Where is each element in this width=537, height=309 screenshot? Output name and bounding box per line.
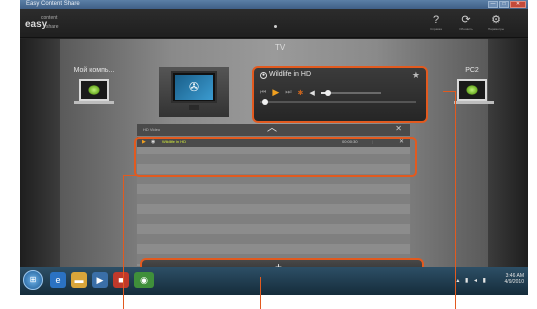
playlist-header-label: HD Video <box>143 127 161 132</box>
easy-share-taskbar-icon[interactable]: ◉ <box>134 272 154 288</box>
callout-line-add-bar <box>260 277 261 309</box>
tv-label: TV <box>275 43 286 52</box>
app-header: content easy share ? Справка ⟳ Обновить … <box>20 9 528 38</box>
media-player-card: ● Wildlife in HD ★ ⏮ ▶ ⏭ ✱ ◀ <box>252 66 428 123</box>
window-title-bar: Easy Content Share — □ ✕ <box>20 0 528 9</box>
callout-line-player <box>455 91 456 309</box>
settings-button[interactable]: ⚙ Параметры <box>484 14 508 36</box>
callout-line-player-h <box>443 91 456 92</box>
app-icon[interactable]: ■ <box>113 272 129 288</box>
settings-label: Параметры <box>488 27 504 31</box>
window-title: Easy Content Share <box>26 1 80 7</box>
device-tv[interactable]: ✇ <box>159 67 229 117</box>
film-reel-icon: ✇ <box>175 75 213 100</box>
page-indicator-dot <box>274 25 277 28</box>
device-pc2[interactable]: PC2 <box>454 67 494 104</box>
close-icon[interactable]: ✕ <box>395 124 402 133</box>
seek-bar[interactable] <box>260 99 416 105</box>
maximize-button[interactable]: □ <box>499 1 509 8</box>
playback-controls: ⏮ ▶ ⏭ ✱ ◀ <box>260 87 381 98</box>
windows-taskbar: ⊞ e ▬ ▶ ■ ◉ ▴ ▮ ◂ ▮ 3:46 AM 4/9/2010 <box>20 267 528 295</box>
workspace-right-edge <box>488 39 528 267</box>
close-window-button[interactable]: ✕ <box>510 1 526 8</box>
chevron-up-icon[interactable]: ︿ <box>267 119 277 134</box>
device-label-my-computer: Мой компь... <box>73 67 115 74</box>
monitor-base <box>74 101 114 104</box>
monitor-icon <box>79 79 109 101</box>
disc-icon: ● <box>260 72 267 79</box>
previous-icon[interactable]: ⏮ <box>260 89 266 97</box>
window-controls: — □ ✕ <box>488 1 526 8</box>
next-icon[interactable]: ⏭ <box>285 89 291 97</box>
play-icon[interactable]: ▶ <box>272 87 279 98</box>
seek-knob[interactable] <box>261 99 268 105</box>
refresh-label: Обновить <box>459 27 473 31</box>
folder-icon[interactable]: ▬ <box>71 272 87 288</box>
tv-icon: ✇ <box>171 71 217 103</box>
record-icon[interactable]: ✱ <box>298 89 304 97</box>
volume-icon[interactable]: ◀ <box>309 89 314 97</box>
refresh-button[interactable]: ⟳ Обновить <box>454 14 478 36</box>
callout-line-playlist <box>123 175 124 309</box>
favorite-star-icon[interactable]: ★ <box>412 70 420 81</box>
device-label-pc2: PC2 <box>465 67 479 74</box>
playlist-panel: HD Video ︿ ✕ ▶ ◉ Wildlife in HD 00:00:30… <box>134 123 417 266</box>
media-player-icon[interactable]: ▶ <box>92 272 108 288</box>
minimize-button[interactable]: — <box>488 1 498 8</box>
gear-icon: ⚙ <box>491 14 501 26</box>
volume-knob[interactable] <box>325 89 331 96</box>
playlist-row-highlight <box>134 137 417 177</box>
clock-date: 4/9/2010 <box>504 279 524 285</box>
system-tray-icons[interactable]: ▴ ▮ ◂ ▮ <box>456 277 488 284</box>
refresh-icon: ⟳ <box>461 14 471 26</box>
monitor-base <box>454 101 494 104</box>
monitor-icon <box>457 79 487 101</box>
help-label: Справка <box>430 27 442 31</box>
device-my-computer[interactable]: Мой компь... <box>64 67 124 104</box>
help-button[interactable]: ? Справка <box>424 14 448 36</box>
playlist-header: HD Video ︿ ✕ <box>137 123 410 136</box>
screenshot: Easy Content Share — □ ✕ content easy sh… <box>20 0 528 295</box>
volume-slider[interactable] <box>320 89 381 96</box>
callout-line-playlist-h <box>123 175 141 176</box>
internet-explorer-icon[interactable]: e <box>50 272 66 288</box>
workspace-left-edge <box>20 39 60 267</box>
device-workspace: TV Мой компь... ✇ PC2 ● Wildlife in HD ★ … <box>20 39 528 276</box>
tv-stand <box>189 105 199 110</box>
help-icon: ? <box>432 14 440 26</box>
player-title-text: Wildlife in HD <box>269 71 312 78</box>
player-title: ● Wildlife in HD <box>260 71 311 79</box>
start-button[interactable]: ⊞ <box>23 270 43 290</box>
clock[interactable]: 3:46 AM 4/9/2010 <box>505 273 524 285</box>
logo-share-text: share <box>46 24 59 30</box>
logo-easy-text: easy <box>25 19 48 30</box>
